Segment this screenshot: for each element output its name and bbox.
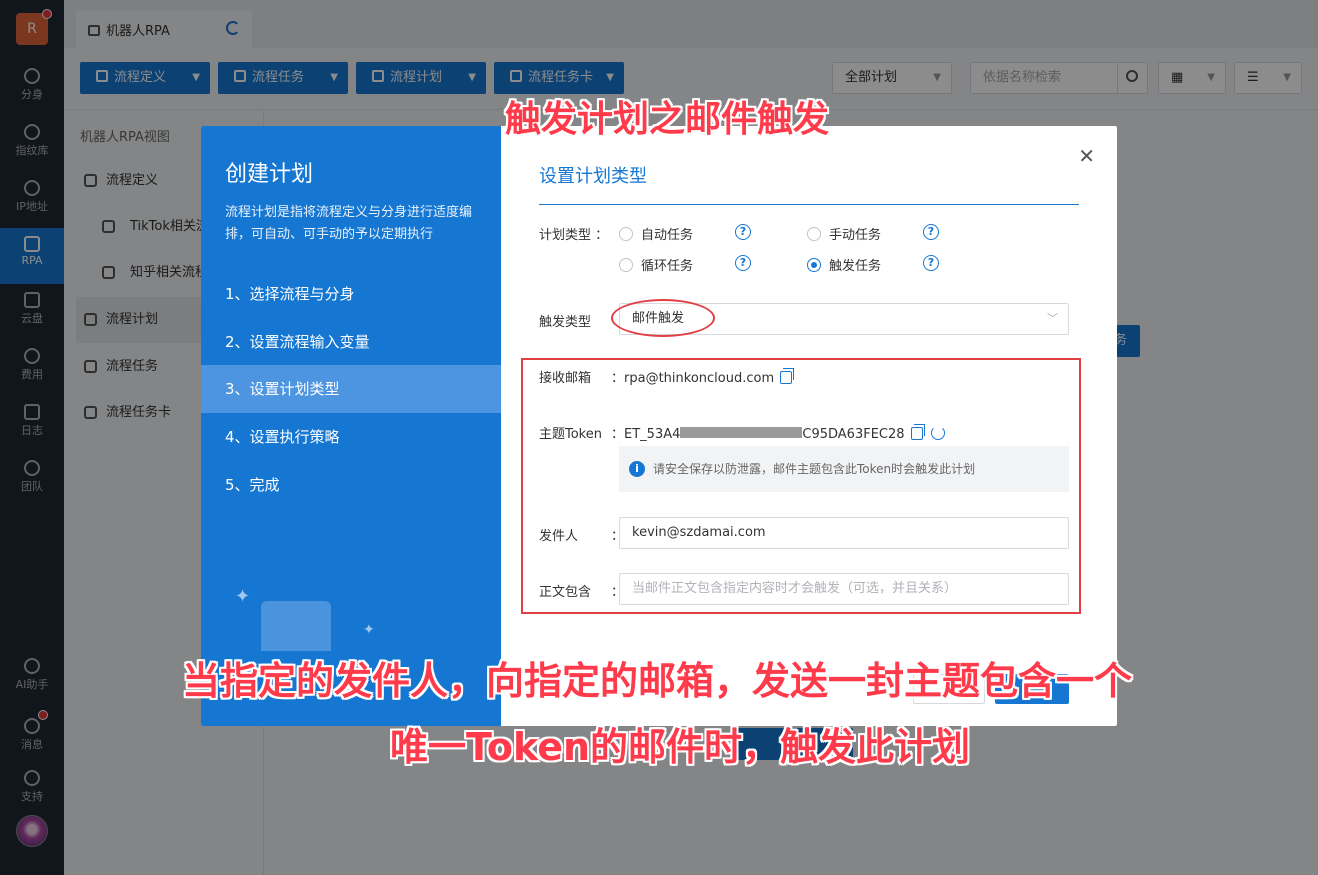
radio-circle <box>807 227 821 241</box>
step-1: 1、选择流程与分身 <box>225 285 355 303</box>
chevron-down-icon: ﹀ <box>1047 312 1058 325</box>
annotation-title: 触发计划之邮件触发 <box>505 99 830 140</box>
section-title: 设置计划类型 <box>539 166 647 187</box>
dialog-title: 创建计划 <box>225 162 314 187</box>
help-icon[interactable]: ? <box>735 224 751 240</box>
annotation-line-2: 唯一Token的邮件时，触发此计划 <box>390 725 971 769</box>
radio-circle <box>619 227 633 241</box>
highlight-oval <box>611 299 715 337</box>
step-4: 4、设置执行策略 <box>225 428 340 446</box>
radio-circle-selected <box>807 258 821 272</box>
sparkle-icon: ✦ <box>235 586 251 607</box>
radio-loop-task[interactable]: 循环任务 <box>619 255 693 274</box>
dialog-description: 流程计划是指将流程定义与分身进行适度编排，可自动、可手动的予以定期执行 <box>225 205 473 242</box>
create-plan-dialog: 创建计划 流程计划是指将流程定义与分身进行适度编排，可自动、可手动的予以定期执行… <box>201 126 1117 726</box>
dialog-steps-panel: 创建计划 流程计划是指将流程定义与分身进行适度编排，可自动、可手动的予以定期执行… <box>201 126 501 726</box>
dialog-form: ✕ 设置计划类型 计划类型 ： 自动任务 ? 手动任务 ? 循环任务 ? 触发任… <box>501 126 1117 726</box>
radio-manual-task[interactable]: 手动任务 <box>807 224 881 243</box>
annotation-line-1: 当指定的发件人，向指定的邮箱，发送一封主题包含一个 <box>182 659 1133 703</box>
plan-type-label: 计划类型 ： <box>539 228 609 243</box>
radio-trigger-task[interactable]: 触发任务 <box>807 255 881 274</box>
sparkle-icon: ✦ <box>363 622 375 638</box>
section-divider <box>539 204 1079 205</box>
help-icon[interactable]: ? <box>923 255 939 271</box>
trigger-type-label: 触发类型 <box>539 315 592 330</box>
help-icon[interactable]: ? <box>735 255 751 271</box>
radio-circle <box>619 258 633 272</box>
store-illustration <box>261 601 331 651</box>
help-icon[interactable]: ? <box>923 224 939 240</box>
step-5: 5、完成 <box>225 476 280 494</box>
step-2: 2、设置流程输入变量 <box>225 333 370 351</box>
step-3: 3、设置计划类型 <box>201 365 501 413</box>
close-icon[interactable]: ✕ <box>1078 144 1095 168</box>
highlight-box <box>521 358 1081 614</box>
radio-auto-task[interactable]: 自动任务 <box>619 224 693 243</box>
